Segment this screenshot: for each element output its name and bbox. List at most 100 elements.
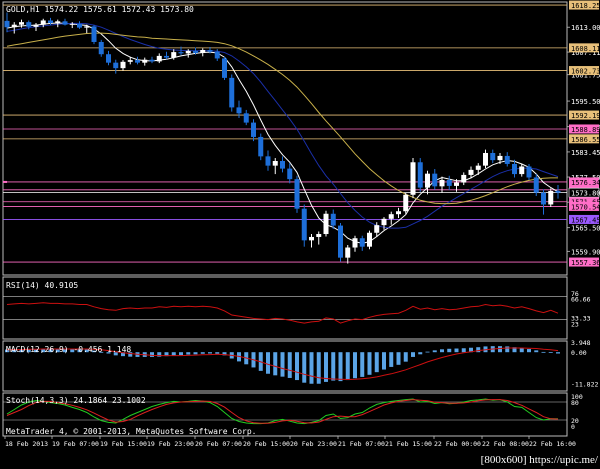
- candle-body: [222, 58, 227, 78]
- macd-bar: [447, 348, 452, 353]
- candle-body: [475, 165, 481, 170]
- macd-bar: [461, 348, 466, 353]
- macd-tick-label: 3.948: [571, 339, 591, 347]
- macd-title: MACD(12,26,9) -0.456 1.148: [6, 345, 131, 354]
- metatrader-chart-window[interactable]: 1613.001607.111601.751595.501589.431583.…: [0, 0, 600, 469]
- candle-body: [338, 225, 343, 258]
- candle-body: [33, 24, 39, 27]
- candle-body: [251, 122, 256, 137]
- rsi-title: RSI(14) 40.9105: [6, 281, 78, 290]
- macd-bar: [519, 347, 524, 353]
- price-marker: [3, 180, 7, 183]
- candle-body: [323, 213, 329, 235]
- macd-bar: [353, 352, 357, 379]
- macd-bar: [440, 349, 444, 353]
- macd-bar: [331, 352, 336, 381]
- candle-body: [265, 156, 271, 166]
- candle-body: [294, 179, 300, 209]
- macd-bar: [200, 352, 205, 354]
- candle-body: [287, 168, 293, 180]
- candle-body: [497, 155, 503, 161]
- candle-body: [40, 20, 46, 25]
- candle-body: [417, 162, 423, 188]
- copyright-text: MetaTrader 4, © 2001-2013, MetaQuotes So…: [6, 427, 256, 436]
- price-tick-label: 1565.50: [571, 225, 600, 233]
- candle-body: [185, 50, 191, 54]
- candle-body: [301, 208, 307, 241]
- candle-body: [84, 26, 90, 28]
- candle-body: [439, 179, 445, 187]
- candle-body: [236, 107, 242, 114]
- stoch-tick-label: 80: [571, 399, 579, 407]
- candle-body: [106, 54, 111, 63]
- candle-body: [425, 173, 430, 188]
- candle-body: [381, 218, 387, 226]
- candle-body: [62, 21, 68, 25]
- macd-bar: [541, 351, 546, 353]
- candle-body: [19, 22, 24, 25]
- macd-bar: [418, 352, 423, 355]
- macd-bar: [374, 352, 379, 373]
- candle-body: [374, 225, 380, 233]
- price-tick-label: 1595.50: [571, 98, 600, 106]
- macd-bar: [193, 352, 198, 355]
- candle-body: [483, 152, 488, 166]
- time-tick-label: 22 Feb 16:00: [529, 440, 576, 448]
- rsi-tick-label: 66.66: [571, 295, 591, 303]
- candle-body: [367, 232, 372, 247]
- time-tick-label: 21 Feb 15:00: [385, 440, 432, 448]
- price-level-label: 1570.54: [571, 203, 600, 211]
- candle-body: [526, 166, 532, 178]
- candle-body: [178, 52, 184, 54]
- macd-bar: [280, 352, 285, 377]
- price-level-label: 1618.25: [571, 2, 600, 10]
- macd-bar: [476, 347, 481, 353]
- macd-tick-label: 0.00: [571, 349, 587, 357]
- candle-body: [98, 41, 104, 55]
- time-tick-label: 22 Feb 08:00: [482, 440, 529, 448]
- macd-bar: [179, 352, 183, 356]
- candle-body: [519, 166, 525, 175]
- time-tick-label: 19 Feb 15:00: [100, 440, 147, 448]
- macd-bar: [432, 350, 437, 353]
- candle-body: [272, 161, 278, 166]
- candle-body: [541, 192, 546, 205]
- macd-bar: [396, 352, 401, 365]
- candle-body: [352, 238, 358, 248]
- candle-body: [171, 52, 177, 58]
- price-tick-label: 1559.90: [571, 248, 600, 256]
- time-tick-label: 19 Feb 07:00: [52, 440, 99, 448]
- price-level-label: 1588.89: [571, 126, 600, 134]
- price-level-label: 1557.36: [571, 259, 600, 267]
- macd-bar: [360, 352, 365, 377]
- time-tick-label: 18 Feb 2013: [5, 440, 48, 448]
- macd-bar: [403, 352, 408, 362]
- candle-body: [11, 24, 17, 28]
- candle-body: [135, 60, 140, 63]
- candle-body: [512, 163, 517, 175]
- candle-body: [120, 61, 126, 69]
- macd-bar: [295, 352, 299, 381]
- candle-body: [468, 169, 474, 175]
- macd-bar: [287, 352, 292, 378]
- candle-body: [48, 20, 53, 23]
- macd-bar: [316, 352, 321, 384]
- time-tick-label: 20 Feb 23:00: [290, 440, 337, 448]
- candle-body: [207, 50, 213, 52]
- time-tick-label: 22 Feb 00:00: [434, 440, 481, 448]
- macd-bar: [324, 352, 328, 382]
- price-level-label: 1592.19: [571, 112, 600, 120]
- macd-bar: [527, 349, 531, 353]
- candle-body: [504, 155, 510, 164]
- macd-bar: [208, 352, 212, 354]
- macd-bar: [411, 352, 415, 357]
- macd-bar: [338, 352, 343, 382]
- macd-bar: [345, 352, 350, 381]
- time-tick-label: 20 Feb 07:00: [195, 440, 242, 448]
- macd-bar: [273, 352, 278, 376]
- stoch-tick-label: 0: [571, 423, 575, 431]
- candle-body: [26, 22, 32, 27]
- candle-body: [127, 60, 133, 62]
- candle-body: [142, 59, 148, 63]
- price-level-label: 1608.11: [571, 45, 600, 53]
